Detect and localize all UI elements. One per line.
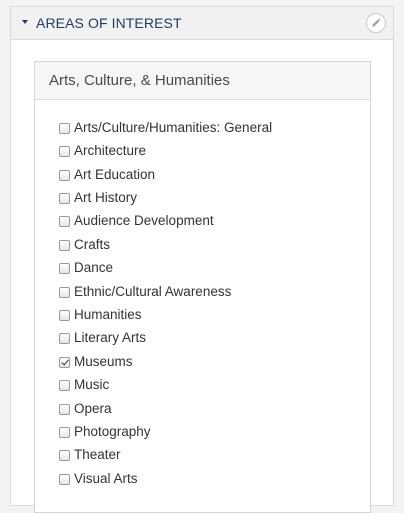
option-literary-arts[interactable]: Literary Arts — [59, 329, 146, 347]
option-visual-arts[interactable]: Visual Arts — [59, 470, 138, 488]
category-header: Arts, Culture, & Humanities — [35, 62, 370, 100]
option-ethnic-cultural-awareness[interactable]: Ethnic/Cultural Awareness — [59, 283, 231, 301]
checkbox[interactable] — [59, 169, 70, 181]
option-label: Music — [74, 377, 110, 392]
option-label: Arts/Culture/Humanities: General — [74, 120, 273, 135]
option-music[interactable]: Music — [59, 376, 109, 394]
option-theater[interactable]: Theater — [59, 446, 121, 464]
option-label: Art Education — [74, 167, 156, 182]
option-art-history[interactable]: Art History — [59, 189, 137, 207]
option-crafts[interactable]: Crafts — [59, 236, 110, 254]
checkbox[interactable] — [59, 122, 70, 134]
checkbox[interactable] — [59, 286, 70, 298]
checkbox[interactable] — [59, 426, 70, 438]
option-dance[interactable]: Dance — [59, 259, 113, 277]
option-label: Literary Arts — [74, 330, 147, 345]
option-label: Theater — [74, 447, 121, 462]
checkbox[interactable] — [59, 215, 70, 227]
option-label: Visual Arts — [74, 471, 138, 486]
option-humanities[interactable]: Humanities — [59, 306, 142, 324]
option-label: Art History — [74, 190, 138, 205]
option-opera[interactable]: Opera — [59, 400, 112, 418]
caret-down-icon[interactable] — [22, 20, 28, 24]
checkbox[interactable] — [59, 145, 70, 157]
section-header[interactable]: AREAS OF INTEREST — [11, 7, 393, 40]
category-title: Arts, Culture, & Humanities — [49, 72, 230, 89]
edit-button[interactable] — [366, 13, 386, 33]
pencil-icon — [372, 18, 381, 27]
option-audience-development[interactable]: Audience Development — [59, 212, 214, 230]
option-label: Opera — [74, 401, 112, 416]
option-photography[interactable]: Photography — [59, 423, 151, 441]
checkbox[interactable] — [59, 192, 70, 204]
option-label: Dance — [74, 260, 114, 275]
option-label: Photography — [74, 424, 151, 439]
option-arts-general[interactable]: Arts/Culture/Humanities: General — [59, 119, 272, 137]
checkbox[interactable] — [59, 473, 70, 485]
option-art-education[interactable]: Art Education — [59, 166, 155, 184]
checkbox[interactable] — [59, 239, 70, 251]
section-title: AREAS OF INTEREST — [36, 15, 182, 31]
checkbox[interactable] — [59, 332, 70, 344]
checkbox[interactable] — [59, 262, 70, 274]
checkbox[interactable] — [59, 309, 70, 321]
option-label: Humanities — [74, 307, 142, 322]
checkbox-checked[interactable] — [59, 356, 70, 368]
option-label: Audience Development — [74, 213, 214, 228]
option-label: Museums — [74, 354, 133, 369]
option-label: Ethnic/Cultural Awareness — [74, 284, 232, 299]
option-architecture[interactable]: Architecture — [59, 142, 146, 160]
checkbox[interactable] — [59, 379, 70, 391]
checkbox[interactable] — [59, 449, 70, 461]
option-label: Crafts — [74, 237, 111, 252]
checkbox[interactable] — [59, 403, 70, 415]
option-label: Architecture — [74, 143, 147, 158]
category-card: Arts, Culture, & Humanities Arts/Culture… — [34, 61, 371, 513]
option-museums[interactable]: Museums — [59, 353, 133, 371]
areas-of-interest-panel: AREAS OF INTEREST Arts, Culture, & Human… — [10, 6, 394, 513]
